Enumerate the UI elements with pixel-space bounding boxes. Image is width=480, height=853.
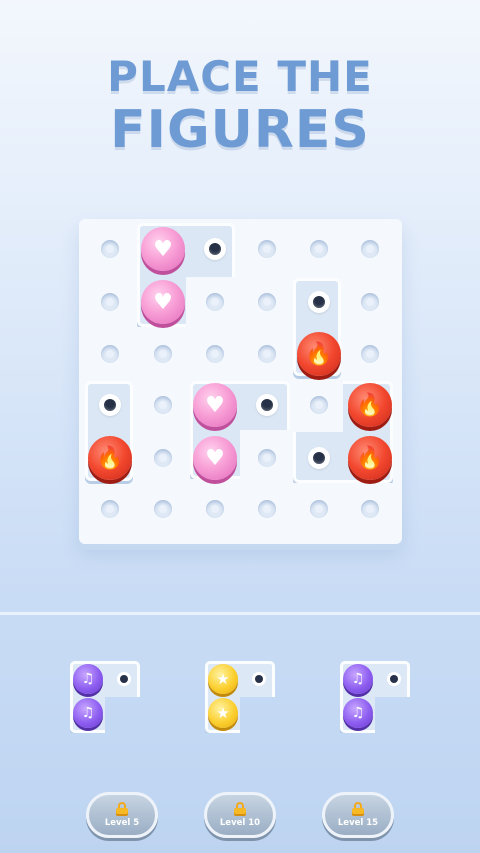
tray-slot (204, 238, 226, 260)
tray-slot (256, 394, 278, 416)
level-5-button[interactable]: Level 5 (86, 792, 158, 838)
tray-slot (252, 672, 266, 686)
board-hole[interactable] (154, 449, 172, 467)
board-hole[interactable] (154, 396, 172, 414)
purple-music-note-icon[interactable]: ♫ (73, 698, 103, 728)
board-hole[interactable] (101, 293, 119, 311)
board-hole[interactable] (258, 345, 276, 363)
level-10-label: Level 10 (219, 818, 261, 828)
lock-icon (115, 802, 129, 816)
section-divider (0, 612, 480, 615)
purple-music-note-icon[interactable]: ♫ (343, 664, 373, 694)
red-flame-icon[interactable]: 🔥 (297, 332, 341, 376)
board-hole[interactable] (154, 345, 172, 363)
board-hole[interactable] (361, 500, 379, 518)
board-hole[interactable] (101, 240, 119, 258)
board-hole[interactable] (258, 500, 276, 518)
game-board[interactable]: ♥ ♥ 🔥 🔥 ♥ ♥ 🔥 🔥 (79, 219, 402, 544)
board-hole[interactable] (154, 500, 172, 518)
pink-heart-icon[interactable]: ♥ (141, 227, 185, 271)
pink-heart-icon[interactable]: ♥ (193, 383, 237, 427)
tray-slot (308, 447, 330, 469)
board-hole[interactable] (361, 240, 379, 258)
board-hole[interactable] (258, 293, 276, 311)
board-hole[interactable] (101, 345, 119, 363)
board-hole[interactable] (361, 293, 379, 311)
board-hole[interactable] (101, 500, 119, 518)
board-hole[interactable] (206, 345, 224, 363)
red-flame-icon[interactable]: 🔥 (348, 383, 392, 427)
board-hole[interactable] (310, 240, 328, 258)
title-line-2: FIGURES (110, 100, 370, 160)
tray-slot (99, 394, 121, 416)
gold-star-icon[interactable]: ★ (208, 664, 238, 694)
lock-icon (351, 802, 365, 816)
red-flame-icon[interactable]: 🔥 (348, 436, 392, 480)
pink-heart-icon[interactable]: ♥ (141, 280, 185, 324)
board-hole[interactable] (258, 240, 276, 258)
board-hole[interactable] (206, 500, 224, 518)
board-hole[interactable] (310, 396, 328, 414)
purple-music-note-icon[interactable]: ♫ (343, 698, 373, 728)
level-10-button[interactable]: Level 10 (204, 792, 276, 838)
purple-music-note-icon[interactable]: ♫ (73, 664, 103, 694)
level-15-button[interactable]: Level 15 (322, 792, 394, 838)
board-hole[interactable] (258, 449, 276, 467)
red-flame-icon[interactable]: 🔥 (88, 436, 132, 480)
pink-heart-icon[interactable]: ♥ (193, 436, 237, 480)
tray-slot (308, 291, 330, 313)
lock-icon (233, 802, 247, 816)
gold-star-icon[interactable]: ★ (208, 698, 238, 728)
board-hole[interactable] (361, 345, 379, 363)
board-hole[interactable] (310, 500, 328, 518)
level-5-label: Level 5 (104, 818, 140, 828)
level-15-label: Level 15 (337, 818, 379, 828)
title-line-1: PLACE THE (107, 52, 373, 101)
tray-slot (387, 672, 401, 686)
tray-slot (117, 672, 131, 686)
board-hole[interactable] (206, 293, 224, 311)
